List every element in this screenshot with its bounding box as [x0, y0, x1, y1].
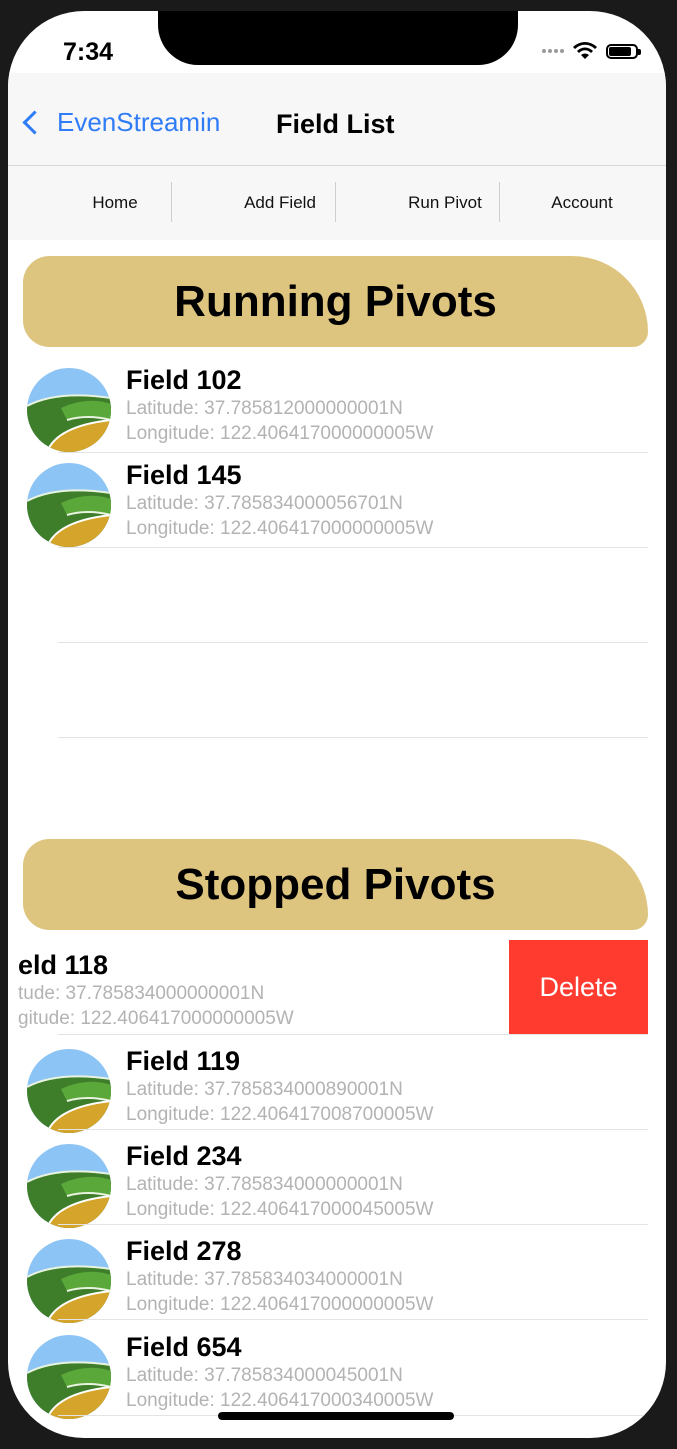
field-latitude: Latitude: 37.785834034000001N: [126, 1269, 403, 1290]
field-longitude: gitude: 122.406417000000005W: [18, 1008, 294, 1029]
row-separator: [58, 1319, 648, 1320]
list-item[interactable]: Field 278 Latitude: 37.785834034000001N …: [8, 1226, 666, 1321]
field-landscape-icon: [27, 1144, 111, 1228]
delete-button[interactable]: Delete: [509, 940, 648, 1034]
list-item[interactable]: Field 119 Latitude: 37.785834000890001N …: [8, 1036, 666, 1131]
list-item[interactable]: Field 654 Latitude: 37.785834000045001N …: [8, 1322, 666, 1417]
phone-screen: 7:34 EvenStreamin Field List Home Add Fi…: [8, 11, 666, 1438]
field-title: Field 654: [126, 1332, 242, 1362]
field-latitude: Latitude: 37.785812000000001N: [126, 398, 403, 419]
row-separator: [58, 642, 648, 643]
page-title: Field List: [276, 109, 395, 139]
back-button[interactable]: EvenStreamin: [20, 107, 220, 138]
field-title: eld 118: [18, 950, 109, 980]
notch: [158, 11, 518, 65]
row-separator: [58, 1129, 648, 1130]
battery-level: [609, 46, 631, 56]
list-item[interactable]: Field 102 Latitude: 37.785812000000001N …: [8, 355, 666, 450]
field-title: Field 234: [126, 1141, 242, 1171]
run-pivot-button[interactable]: Run Pivot: [365, 166, 525, 240]
field-longitude: Longitude: 122.406417008700005W: [126, 1104, 434, 1125]
field-landscape-icon: [27, 1049, 111, 1133]
toolbar-divider: [171, 182, 172, 222]
field-landscape-icon: [27, 1239, 111, 1323]
add-field-button[interactable]: Add Field: [200, 166, 360, 240]
home-indicator[interactable]: [218, 1412, 454, 1420]
field-landscape-icon: [27, 1335, 111, 1419]
status-icons: [542, 41, 641, 61]
field-longitude: Longitude: 122.406417000000005W: [126, 423, 434, 444]
field-latitude: tude: 37.785834000000001N: [18, 983, 265, 1004]
field-latitude: Latitude: 37.785834000000001N: [126, 1174, 403, 1195]
row-separator: [58, 547, 648, 548]
signal-icon: [542, 49, 564, 53]
row-separator: [58, 1224, 648, 1225]
running-pivots-header: Running Pivots: [23, 256, 648, 347]
field-latitude: Latitude: 37.785834000056701N: [126, 493, 403, 514]
field-title: Field 102: [126, 365, 242, 395]
navigation-bar: EvenStreamin Field List: [8, 73, 666, 166]
back-button-label: EvenStreamin: [57, 107, 221, 137]
stopped-pivots-header: Stopped Pivots: [23, 839, 648, 930]
list-item-swiped[interactable]: eld 118 tude: 37.785834000000001N gitude…: [8, 940, 558, 1035]
field-longitude: Longitude: 122.406417000000005W: [126, 518, 434, 539]
field-latitude: Latitude: 37.785834000890001N: [126, 1079, 403, 1100]
field-landscape-icon: [27, 368, 111, 452]
field-longitude: Longitude: 122.406417000045005W: [126, 1199, 434, 1220]
field-title: Field 278: [126, 1236, 242, 1266]
list-item[interactable]: Field 145 Latitude: 37.785834000056701N …: [8, 450, 666, 545]
field-title: Field 119: [126, 1046, 241, 1076]
toolbar-divider: [499, 182, 500, 222]
toolbar-divider: [335, 182, 336, 222]
chevron-left-icon: [22, 110, 47, 135]
battery-icon: [606, 43, 641, 59]
account-button[interactable]: Account: [502, 166, 662, 240]
row-separator: [58, 1034, 648, 1035]
status-time: 7:34: [63, 38, 114, 66]
field-longitude: Longitude: 122.406417000340005W: [126, 1390, 434, 1411]
field-latitude: Latitude: 37.785834000045001N: [126, 1365, 403, 1386]
row-separator: [58, 737, 648, 738]
field-title: Field 145: [126, 460, 242, 490]
toolbar: Home Add Field Run Pivot Account: [8, 166, 666, 240]
field-longitude: Longitude: 122.406417000000005W: [126, 1294, 434, 1315]
list-item[interactable]: Field 234 Latitude: 37.785834000000001N …: [8, 1131, 666, 1226]
device-frame: 7:34 EvenStreamin Field List Home Add Fi…: [0, 0, 677, 1449]
wifi-icon: [573, 42, 597, 59]
field-landscape-icon: [27, 463, 111, 547]
